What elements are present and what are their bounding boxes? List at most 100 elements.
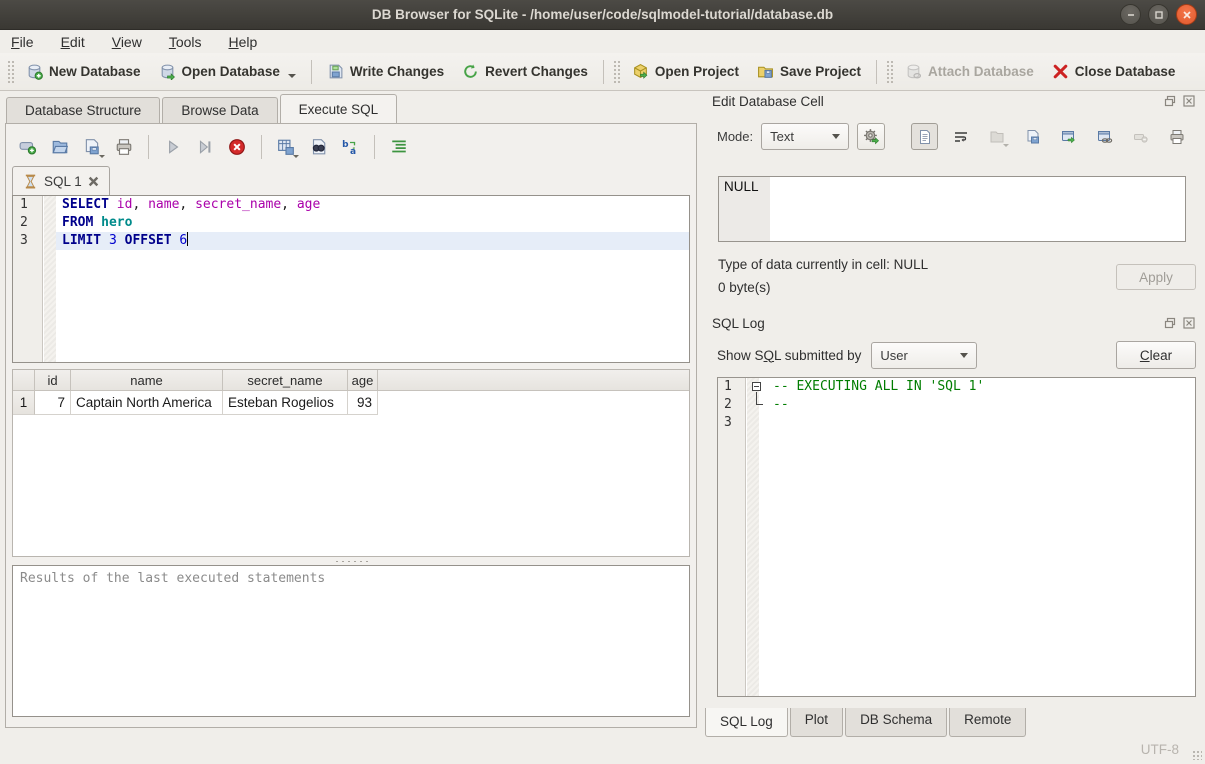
new-database-label: New Database [49, 64, 141, 79]
open-in-external-app-button[interactable] [1055, 123, 1082, 150]
copy-link-button[interactable] [1091, 123, 1118, 150]
table-cell[interactable]: 93 [348, 391, 378, 415]
table-row[interactable]: 17Captain North AmericaEsteban Rogelios9… [13, 391, 689, 415]
close-database-button[interactable]: Close Database [1043, 58, 1185, 85]
row-header[interactable]: 1 [13, 391, 35, 415]
tab-plot[interactable]: Plot [790, 708, 843, 737]
cell-value-editor[interactable]: NULL [718, 176, 1186, 242]
float-dock-button[interactable] [1162, 94, 1177, 109]
minimize-button[interactable] [1120, 4, 1141, 25]
import-cell-data-button[interactable] [983, 123, 1010, 150]
stop-icon [228, 138, 246, 156]
maximize-button[interactable] [1148, 4, 1169, 25]
results-message-box[interactable]: Results of the last executed statements [12, 565, 690, 717]
sql-editor-line[interactable]: 1SELECT id, name, secret_name, age [13, 196, 689, 214]
find-button[interactable] [304, 133, 332, 161]
open-database-menu-caret [288, 74, 296, 78]
menu-view[interactable]: View [112, 34, 142, 50]
print-icon [1169, 129, 1185, 145]
close-database-label: Close Database [1075, 64, 1176, 79]
apply-button[interactable]: Apply [1116, 264, 1196, 290]
float-dock-icon [1164, 317, 1176, 329]
clear-log-button[interactable]: Clear [1116, 341, 1196, 369]
svg-text:b: b [342, 140, 349, 150]
menu-tools[interactable]: Tools [169, 34, 202, 50]
sql-log-view[interactable]: 1-- EXECUTING ALL IN 'SQL 1'2--3 [717, 377, 1196, 697]
edit-cell-dock-header: Edit Database Cell [703, 91, 1200, 111]
table-cell[interactable]: 7 [35, 391, 71, 415]
execute-line-button[interactable] [191, 133, 219, 161]
window-title: DB Browser for SQLite - /home/user/code/… [372, 7, 833, 22]
sql-tab-label: SQL 1 [44, 174, 82, 189]
print-cell-button[interactable] [1163, 123, 1190, 150]
results-splitter[interactable] [12, 557, 690, 565]
new-sql-tab-button[interactable] [14, 133, 42, 161]
open-project-button[interactable]: Open Project [623, 58, 748, 85]
format-sql-button[interactable] [385, 133, 413, 161]
chevron-down-icon [960, 353, 968, 358]
log-filter-dropdown[interactable]: User [871, 342, 977, 369]
text-view-button[interactable] [911, 123, 938, 150]
tab-db-schema[interactable]: DB Schema [845, 708, 947, 737]
toolbar-drag-handle[interactable] [886, 60, 893, 84]
save-project-button[interactable]: Save Project [748, 58, 870, 85]
word-wrap-button[interactable] [947, 123, 974, 150]
float-dock-icon [1164, 95, 1176, 107]
write-changes-button[interactable]: Write Changes [318, 58, 453, 85]
mode-dropdown[interactable]: Text [761, 123, 849, 150]
sql-editor-line[interactable]: 2FROM hero [13, 214, 689, 232]
find-replace-button[interactable]: b a [336, 133, 364, 161]
find-icon [309, 138, 327, 156]
save-sql-file-button[interactable] [78, 133, 106, 161]
tab-remote[interactable]: Remote [949, 708, 1026, 737]
toolbar-drag-handle[interactable] [613, 60, 620, 84]
grid-column-header-age[interactable]: age [348, 370, 378, 391]
results-message: Results of the last executed statements [20, 571, 325, 586]
results-grid[interactable]: idnamesecret_nameage 17Captain North Ame… [12, 369, 690, 557]
open-database-icon [159, 63, 176, 80]
sql-log-controls: Show SQL submitted by User Clear [717, 340, 1196, 370]
close-dock-button[interactable] [1181, 316, 1196, 331]
tab-execute-sql[interactable]: Execute SQL [280, 94, 398, 123]
close-tab-icon[interactable] [88, 176, 99, 187]
sql-toolbar-separator [261, 135, 262, 159]
execute-all-icon [164, 138, 182, 156]
menu-edit[interactable]: Edit [61, 34, 85, 50]
set-null-button[interactable] [1127, 123, 1154, 150]
tab-sql-log[interactable]: SQL Log [705, 708, 788, 737]
close-button[interactable] [1176, 4, 1197, 25]
fold-collapse-icon[interactable] [752, 382, 761, 391]
toolbar-drag-handle[interactable] [7, 60, 14, 84]
auto-switch-mode-button[interactable] [857, 123, 885, 150]
text-document-icon [917, 129, 933, 145]
open-sql-file-button[interactable] [46, 133, 74, 161]
chevron-down-icon [832, 134, 840, 139]
cell-size-info: 0 byte(s) [718, 280, 771, 295]
sql-code-editor[interactable]: 1SELECT id, name, secret_name, age2FROM … [12, 195, 690, 363]
export-cell-data-button[interactable] [1019, 123, 1046, 150]
float-dock-button[interactable] [1162, 316, 1177, 331]
table-cell[interactable]: Captain North America [71, 391, 223, 415]
close-dock-button[interactable] [1181, 94, 1196, 109]
stop-button[interactable] [223, 133, 251, 161]
new-database-button[interactable]: New Database [17, 58, 150, 85]
open-database-button[interactable]: Open Database [150, 58, 305, 85]
menu-file[interactable]: File [11, 34, 34, 50]
sql-1-tab[interactable]: SQL 1 [12, 166, 110, 195]
menu-help[interactable]: Help [229, 34, 258, 50]
grid-column-header-secret_name[interactable]: secret_name [223, 370, 348, 391]
resize-grip[interactable] [1192, 750, 1202, 760]
save-results-button[interactable] [272, 133, 300, 161]
tab-browse-data[interactable]: Browse Data [162, 97, 277, 123]
revert-changes-button[interactable]: Revert Changes [453, 58, 597, 85]
grid-column-header-name[interactable]: name [71, 370, 223, 391]
execute-all-button[interactable] [159, 133, 187, 161]
attach-database-button[interactable]: Attach Database [896, 58, 1043, 85]
print-sql-button[interactable] [110, 133, 138, 161]
grid-column-header-id[interactable]: id [35, 370, 71, 391]
grid-corner-header[interactable] [13, 370, 35, 391]
tab-database-structure[interactable]: Database Structure [6, 97, 160, 123]
sql-editor-line[interactable]: 3LIMIT 3 OFFSET 6 [13, 232, 689, 250]
execute-sql-pane: b a [5, 123, 697, 728]
table-cell[interactable]: Esteban Rogelios [223, 391, 348, 415]
